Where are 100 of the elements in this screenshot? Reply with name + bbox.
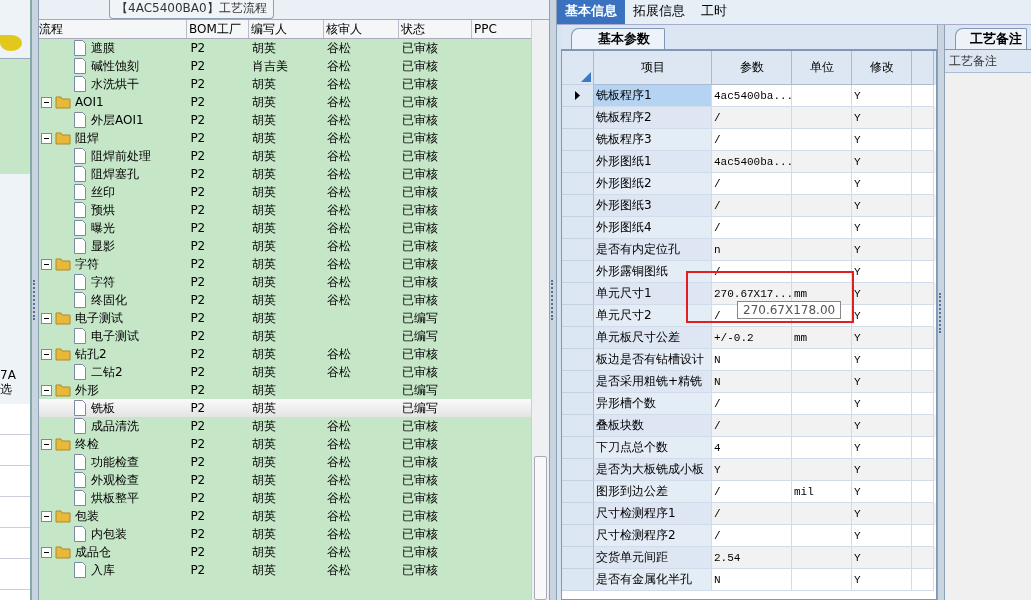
grid-row[interactable]: 铣板程序3 / Y bbox=[562, 129, 936, 151]
step-name: 成品清洗 bbox=[91, 417, 139, 435]
step-name: 曝光 bbox=[91, 219, 115, 237]
collapse-icon[interactable] bbox=[41, 510, 52, 522]
tree-row[interactable]: 铣板 P2 胡英 已编写 bbox=[39, 399, 531, 417]
tab[interactable]: 工时 bbox=[693, 0, 735, 24]
collapse-icon[interactable] bbox=[41, 258, 52, 270]
table-cell: n bbox=[714, 243, 721, 256]
grid-row[interactable]: 图形到边公差 / mil Y bbox=[562, 481, 936, 503]
scrollbar[interactable] bbox=[531, 20, 549, 600]
step-name: 内包装 bbox=[91, 525, 127, 543]
collapse-icon[interactable] bbox=[41, 312, 52, 324]
step-name: 铣板 bbox=[91, 399, 115, 417]
collapse-icon[interactable] bbox=[41, 132, 52, 144]
grid-row[interactable]: 尺寸检测程序2 / Y bbox=[562, 525, 936, 547]
column-header[interactable]: 编写人 bbox=[249, 20, 324, 38]
folder-icon bbox=[55, 347, 71, 361]
column-header[interactable]: 核审人 bbox=[324, 20, 399, 38]
table-cell-text: 胡英 bbox=[251, 273, 278, 291]
column-header[interactable]: BOM工厂 bbox=[187, 20, 249, 38]
tab[interactable]: 基本信息 bbox=[557, 0, 625, 24]
panel-label: 7A bbox=[0, 368, 17, 382]
grid-row[interactable]: 单元尺寸1 270.67X17...mm Y bbox=[562, 283, 936, 305]
table-cell-text: 胡英 bbox=[251, 561, 278, 579]
step-name: 外观检查 bbox=[91, 471, 139, 489]
table-cell-text: P2 bbox=[189, 131, 207, 145]
table-cell: 谷松 bbox=[326, 57, 351, 75]
document-icon bbox=[73, 292, 87, 308]
grid-row[interactable]: 尺寸检测程序1 / Y bbox=[562, 503, 936, 525]
step-name: 显影 bbox=[91, 237, 115, 255]
step-name: 阻焊 bbox=[75, 129, 99, 147]
grid-row[interactable]: 外形图纸4 / Y bbox=[562, 217, 936, 239]
table-cell: / bbox=[714, 529, 721, 542]
table-cell-text: P2 bbox=[189, 491, 207, 505]
grid-row[interactable]: 铣板程序1 4ac5400ba... Y bbox=[562, 85, 936, 107]
grid-row[interactable]: 单元板尺寸公差 +/-0.2 mm Y bbox=[562, 327, 936, 349]
table-cell-text: 肖吉美 bbox=[251, 57, 290, 75]
grid-row[interactable]: 是否采用粗铣+精铣 N Y bbox=[562, 371, 936, 393]
grid-row[interactable]: 外形图纸2 / Y bbox=[562, 173, 936, 195]
table-cell-text: P2 bbox=[189, 185, 207, 199]
table-cell: +/-0.2 bbox=[714, 331, 754, 344]
column-header[interactable]: 流程 bbox=[39, 20, 187, 38]
document-icon bbox=[73, 184, 87, 200]
row-header[interactable] bbox=[562, 85, 594, 107]
document-icon bbox=[73, 220, 87, 236]
tab[interactable]: 拓展信息 bbox=[625, 0, 693, 24]
tooltip: 270.67X178.00 bbox=[737, 301, 842, 319]
grid-row[interactable]: 是否有金属化半孔 N Y bbox=[562, 569, 936, 591]
table-cell-text: 胡英 bbox=[251, 111, 278, 129]
document-icon bbox=[73, 526, 87, 542]
panel-tab[interactable]: 工艺备注 bbox=[955, 28, 1027, 49]
panel-tab[interactable]: 基本参数 bbox=[571, 28, 665, 49]
grid-row[interactable]: 异形槽个数 / Y bbox=[562, 393, 936, 415]
grid-row[interactable]: 外形图纸3 / Y bbox=[562, 195, 936, 217]
table-cell-text: 胡英 bbox=[251, 345, 278, 363]
table-cell: 图形到边公差 bbox=[596, 483, 668, 500]
splitter-handle-icon[interactable] bbox=[33, 280, 37, 320]
table-cell-text: 胡英 bbox=[251, 255, 278, 273]
folder-icon bbox=[55, 257, 71, 271]
grid-row[interactable]: 下刀点总个数 4 Y bbox=[562, 437, 936, 459]
table-cell: 谷松 bbox=[326, 111, 351, 129]
collapse-icon[interactable] bbox=[41, 96, 52, 108]
table-cell-text: P2 bbox=[189, 257, 207, 271]
grid-row[interactable]: 交货单元间距 2.54 Y bbox=[562, 547, 936, 569]
collapse-icon[interactable] bbox=[41, 384, 52, 396]
table-cell: / bbox=[714, 485, 721, 498]
table-cell-text: P2 bbox=[189, 419, 207, 433]
table-cell-text: P2 bbox=[189, 221, 207, 235]
panel-title: 【4AC5400BA0】工艺流程 bbox=[109, 0, 274, 19]
grid-row[interactable]: 外形图纸1 4ac5400ba... Y bbox=[562, 151, 936, 173]
notes-header: 工艺备注 bbox=[945, 50, 1031, 73]
grid-row[interactable]: 叠板块数 / Y bbox=[562, 415, 936, 437]
table-cell: 谷松 bbox=[326, 93, 351, 111]
table-cell: 外形图纸4 bbox=[596, 219, 652, 236]
table-cell-text: P2 bbox=[189, 149, 207, 163]
table-cell-text: 胡英 bbox=[251, 147, 278, 165]
grid-row[interactable]: 板边是否有钻槽设计 N Y bbox=[562, 349, 936, 371]
table-cell-text: 已审核 bbox=[400, 219, 439, 237]
splitter-handle-icon[interactable] bbox=[939, 292, 943, 333]
document-icon bbox=[73, 238, 87, 254]
step-name: 字符 bbox=[75, 255, 99, 273]
step-name: 字符 bbox=[91, 273, 115, 291]
table-cell-text: 已审核 bbox=[400, 345, 439, 363]
collapse-icon[interactable] bbox=[41, 438, 52, 450]
grid-row[interactable]: 是否为大板铣成小板 Y Y bbox=[562, 459, 936, 481]
step-name: 阻焊前处理 bbox=[91, 147, 151, 165]
table-cell: 2.54 bbox=[714, 551, 741, 564]
grid-row[interactable]: 是否有内定位孔 n Y bbox=[562, 239, 936, 261]
column-header[interactable]: 状态 bbox=[399, 20, 472, 38]
collapse-icon[interactable] bbox=[41, 546, 52, 558]
splitter-handle-icon[interactable] bbox=[551, 280, 555, 320]
table-cell: Y bbox=[854, 111, 861, 124]
table-cell: 谷松 bbox=[326, 219, 351, 237]
table-cell-text: P2 bbox=[189, 437, 207, 451]
table-cell-text: 胡英 bbox=[251, 219, 278, 237]
table-cell: 尺寸检测程序2 bbox=[596, 527, 676, 544]
collapse-icon[interactable] bbox=[41, 348, 52, 360]
table-cell-text: 已审核 bbox=[400, 363, 439, 381]
table-cell: Y bbox=[854, 353, 861, 366]
grid-row[interactable]: 铣板程序2 / Y bbox=[562, 107, 936, 129]
